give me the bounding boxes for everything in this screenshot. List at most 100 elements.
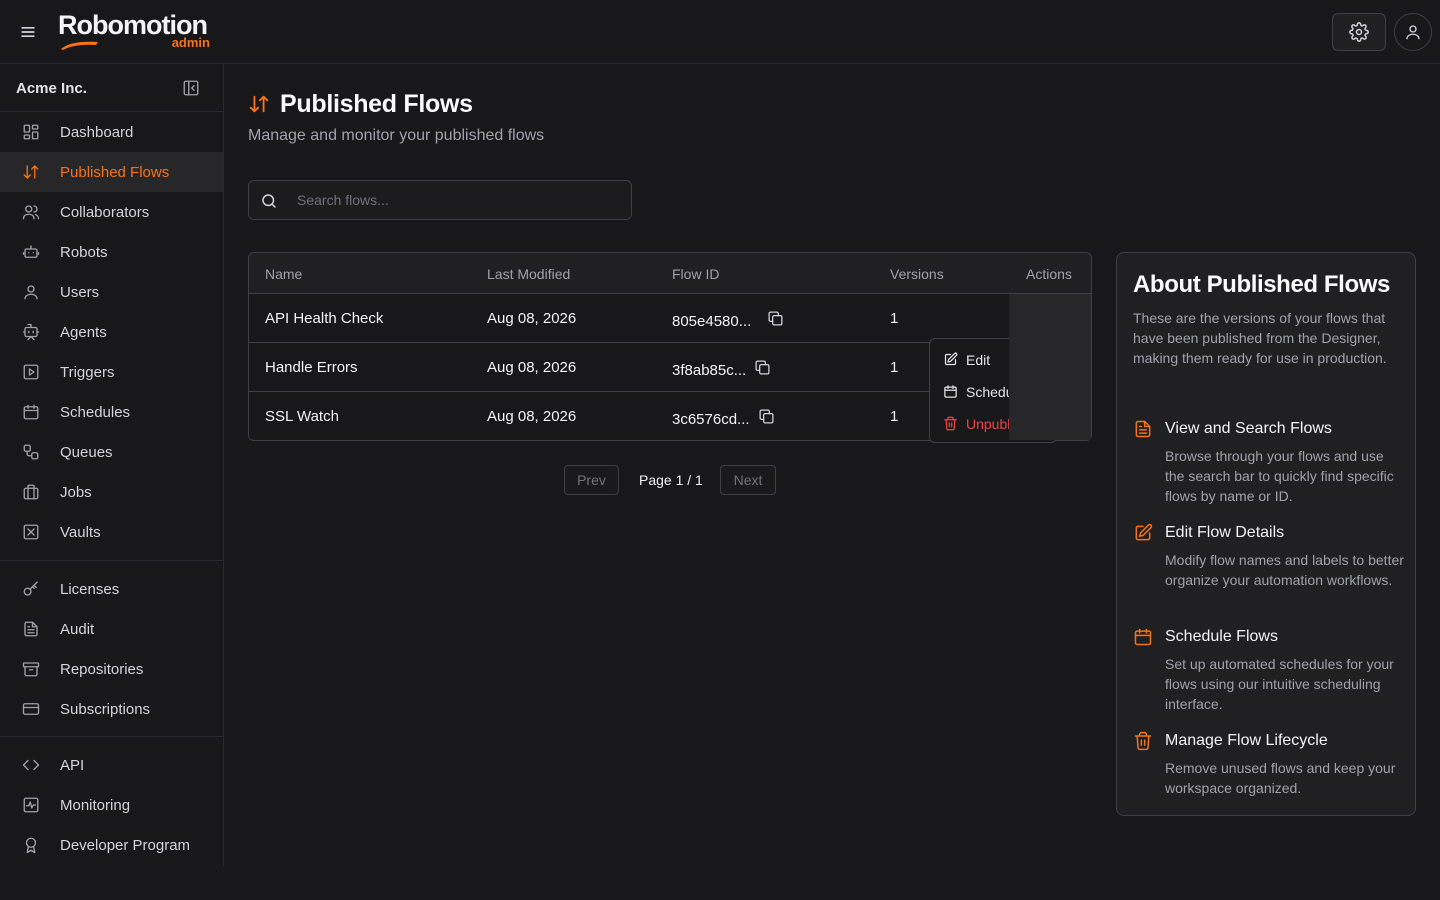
sidebar-item-subscriptions[interactable]: Subscriptions bbox=[0, 689, 223, 729]
sidebar-item-label: Queues bbox=[60, 444, 113, 461]
sidebar-item-licenses[interactable]: Licenses bbox=[0, 569, 223, 609]
logo[interactable]: Robomotion admin bbox=[58, 10, 218, 54]
sidebar-item-label: Agents bbox=[60, 324, 107, 341]
sidebar-item-schedules[interactable]: Schedules bbox=[0, 392, 223, 432]
sidebar-item-label: Users bbox=[60, 284, 100, 301]
queue-icon bbox=[22, 443, 40, 461]
page-title: Published Flows bbox=[280, 90, 473, 118]
prev-page-button[interactable]: Prev bbox=[564, 465, 619, 495]
versions-count: 1 bbox=[890, 408, 899, 425]
sidebar-item-label: Schedules bbox=[60, 404, 131, 421]
header-flow-id[interactable]: Flow ID bbox=[672, 266, 719, 282]
sidebar-item-label: API bbox=[60, 757, 85, 774]
search-icon bbox=[260, 192, 278, 210]
sidebar-item-label: Vaults bbox=[60, 524, 101, 541]
sidebar-collapse-icon[interactable] bbox=[182, 79, 200, 97]
key-icon bbox=[22, 580, 40, 598]
play-square-icon bbox=[22, 363, 40, 381]
top-bar: Robomotion admin bbox=[0, 0, 1440, 64]
copy-icon[interactable] bbox=[754, 359, 771, 376]
table-row[interactable]: API Health Check Aug 08, 2026 805e4580... 1 bbox=[249, 294, 1009, 343]
nav-developer: API Monitoring Developer Program bbox=[0, 737, 223, 865]
robot-icon bbox=[22, 243, 40, 261]
users-icon bbox=[22, 203, 40, 221]
sidebar-item-agents[interactable]: Agents bbox=[0, 312, 223, 352]
menu-item-unpublish[interactable]: Unpublish bbox=[930, 407, 1010, 439]
sidebar-item-dashboard[interactable]: Dashboard bbox=[0, 112, 223, 152]
sidebar-item-monitoring[interactable]: Monitoring bbox=[0, 785, 223, 825]
archive-icon bbox=[22, 660, 40, 678]
arrows-up-down-icon bbox=[22, 163, 40, 181]
sidebar-item-label: Dashboard bbox=[60, 124, 134, 141]
edit-icon bbox=[943, 352, 958, 367]
header-name[interactable]: Name bbox=[265, 266, 302, 282]
last-modified: Aug 08, 2026 bbox=[487, 359, 577, 376]
table-row[interactable]: SSL Watch Aug 08, 2026 3c6576cd... 1 bbox=[249, 392, 1009, 440]
sidebar-item-label: Audit bbox=[60, 621, 95, 638]
sidebar-item-published-flows[interactable]: Published Flows bbox=[0, 152, 223, 192]
flow-id: 3c6576cd... bbox=[672, 411, 750, 428]
logo-swoosh-icon bbox=[61, 41, 98, 50]
org-name[interactable]: Acme Inc. bbox=[16, 80, 87, 97]
sidebar-item-audit[interactable]: Audit bbox=[0, 609, 223, 649]
header-actions: Actions bbox=[1026, 266, 1072, 282]
flow-name[interactable]: API Health Check bbox=[265, 310, 383, 327]
calendar-icon bbox=[22, 403, 40, 421]
page-indicator: Page 1 / 1 bbox=[639, 472, 703, 488]
menu-icon[interactable] bbox=[18, 22, 38, 42]
award-icon bbox=[22, 836, 40, 854]
sidebar-item-label: Developer Program bbox=[60, 837, 191, 854]
profile-button[interactable] bbox=[1394, 13, 1432, 51]
sidebar-item-label: Repositories bbox=[60, 661, 144, 678]
header-versions[interactable]: Versions bbox=[890, 266, 944, 282]
next-page-button[interactable]: Next bbox=[720, 465, 776, 495]
menu-item-label: Schedule bbox=[966, 384, 1010, 400]
feature-description: Modify flow names and labels to better o… bbox=[1165, 552, 1404, 588]
flow-name[interactable]: Handle Errors bbox=[265, 359, 358, 376]
sidebar-item-jobs[interactable]: Jobs bbox=[0, 472, 223, 512]
sidebar-item-vaults[interactable]: Vaults bbox=[0, 512, 223, 552]
sidebar-item-queues[interactable]: Queues bbox=[0, 432, 223, 472]
sidebar-item-robots[interactable]: Robots bbox=[0, 232, 223, 272]
nav-admin: Licenses Audit Repositories Subscriptions bbox=[0, 561, 223, 737]
menu-item-edit[interactable]: Edit bbox=[930, 343, 1010, 375]
sidebar-item-label: Collaborators bbox=[60, 204, 150, 221]
search-input[interactable] bbox=[289, 185, 619, 215]
sidebar-item-label: Published Flows bbox=[60, 164, 170, 181]
gear-icon bbox=[1349, 22, 1369, 42]
copy-icon[interactable] bbox=[767, 310, 784, 327]
arrows-up-down-icon bbox=[248, 93, 270, 115]
table-header: Name Last Modified Flow ID Versions Acti… bbox=[249, 253, 1091, 294]
document-icon bbox=[1133, 419, 1153, 439]
sidebar-item-label: Licenses bbox=[60, 581, 120, 598]
sidebar-item-users[interactable]: Users bbox=[0, 272, 223, 312]
credit-card-icon bbox=[22, 700, 40, 718]
code-icon bbox=[22, 756, 40, 774]
sidebar-item-developer-program[interactable]: Developer Program bbox=[0, 825, 223, 865]
trash-icon bbox=[943, 416, 958, 431]
user-icon bbox=[1404, 23, 1422, 41]
search-box bbox=[248, 180, 632, 220]
vault-icon bbox=[22, 523, 40, 541]
sidebar-item-repositories[interactable]: Repositories bbox=[0, 649, 223, 689]
flow-name[interactable]: SSL Watch bbox=[265, 408, 339, 425]
actions-column-overlay bbox=[1009, 294, 1091, 440]
sidebar-item-api[interactable]: API bbox=[0, 745, 223, 785]
briefcase-icon bbox=[22, 483, 40, 501]
menu-item-schedule[interactable]: Schedule bbox=[930, 375, 1010, 407]
copy-icon[interactable] bbox=[758, 408, 775, 425]
feature-description: Remove unused flows and keep your worksp… bbox=[1165, 760, 1396, 796]
sidebar-item-triggers[interactable]: Triggers bbox=[0, 352, 223, 392]
last-modified: Aug 08, 2026 bbox=[487, 408, 577, 425]
feature-title: Manage Flow Lifecycle bbox=[1165, 732, 1328, 749]
table-row[interactable]: Handle Errors Aug 08, 2026 3f8ab85c... 1 bbox=[249, 343, 1009, 392]
header-last-modified[interactable]: Last Modified bbox=[487, 266, 570, 282]
sidebar-item-label: Triggers bbox=[60, 364, 115, 381]
settings-button[interactable] bbox=[1332, 13, 1386, 51]
feature-title: View and Search Flows bbox=[1165, 420, 1332, 437]
sidebar-item-collaborators[interactable]: Collaborators bbox=[0, 192, 223, 232]
about-description: These are the versions of your flows tha… bbox=[1133, 310, 1387, 366]
menu-item-label: Unpublish bbox=[966, 416, 1010, 432]
flow-id: 805e4580... bbox=[672, 313, 752, 330]
sidebar-item-label: Monitoring bbox=[60, 797, 131, 814]
